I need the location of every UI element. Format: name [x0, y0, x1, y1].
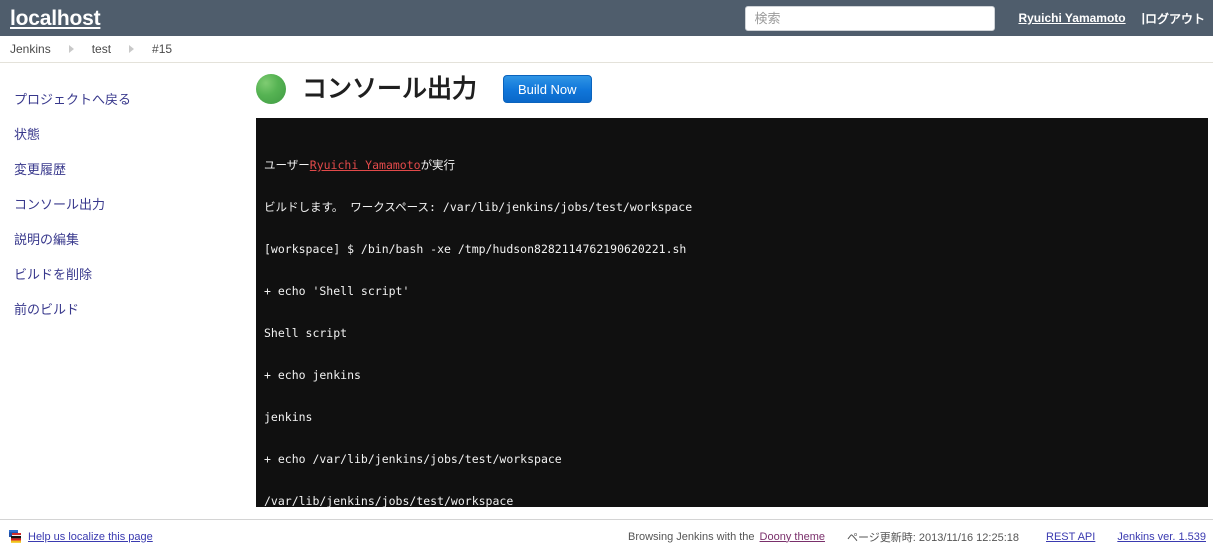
rest-api-link[interactable]: REST API [1046, 531, 1095, 543]
search-input[interactable] [745, 5, 996, 31]
console-line: Shell script [264, 326, 348, 340]
breadcrumb: Jenkins test #15 [0, 36, 1213, 63]
console-line-started: ユーザーRyuichi Yamamotoが実行 [264, 158, 1198, 172]
header-right-group: Ryuichi Yamamoto | ログアウト [745, 0, 1213, 36]
top-header-bar: localhost Ryuichi Yamamoto | ログアウト [0, 0, 1213, 36]
sidebar-item-status[interactable]: 状態 [0, 117, 245, 152]
browsing-theme-text: Browsing Jenkins with the [627, 530, 755, 543]
footer: Help us localize this page Browsing Jenk… [0, 520, 1213, 553]
page-updated-timestamp: ページ更新時: 2013/11/16 12:25:18 [846, 531, 1019, 544]
footer-right-group: Browsing Jenkins with the Doony theme ペー… [628, 529, 1206, 545]
footer-left-group: Help us localize this page [0, 530, 153, 543]
sidebar-item-edit-description[interactable]: 説明の編集 [0, 222, 245, 257]
breadcrumb-item-test[interactable]: test [92, 42, 111, 56]
console-line: ビルドします。 ワークスペース: /var/lib/jenkins/jobs/t… [264, 200, 693, 214]
chevron-right-icon [129, 45, 135, 53]
flags-icon [9, 530, 24, 543]
sidebar-item-console-output[interactable]: コンソール出力 [0, 187, 245, 222]
current-user-link[interactable]: Ryuichi Yamamoto [1018, 11, 1125, 25]
doony-theme-link[interactable]: Doony theme [760, 531, 825, 543]
brand-title[interactable]: localhost [10, 8, 101, 29]
logout-group: | ログアウト [1142, 10, 1205, 27]
main-content: コンソール出力 Build Now ユーザーRyuichi Yamamotoが実… [245, 64, 1213, 507]
console-line: jenkins [264, 410, 313, 424]
sidebar: プロジェクトへ戻る 状態 変更履歴 コンソール出力 説明の編集 ビルドを削除 前… [0, 64, 245, 327]
console-line: + echo 'Shell script' [264, 284, 410, 298]
localize-page-link[interactable]: Help us localize this page [28, 531, 153, 543]
console-started-suffix: が実行 [420, 158, 456, 172]
build-now-button[interactable]: Build Now [503, 75, 592, 103]
console-output-panel[interactable]: ユーザーRyuichi Yamamotoが実行 ビルドします。 ワークスペース:… [256, 118, 1208, 507]
page-header: コンソール出力 Build Now [245, 64, 1213, 104]
console-user-link[interactable]: Ryuichi Yamamoto [310, 158, 421, 172]
breadcrumb-item-jenkins[interactable]: Jenkins [10, 42, 51, 56]
console-line: /var/lib/jenkins/jobs/test/workspace [264, 494, 514, 507]
console-started-prefix: ユーザー [264, 158, 310, 172]
breadcrumb-item-build[interactable]: #15 [152, 42, 172, 56]
jenkins-version-link[interactable]: Jenkins ver. 1.539 [1117, 531, 1206, 543]
logout-link[interactable]: ログアウト [1145, 10, 1205, 27]
sidebar-item-delete-build[interactable]: ビルドを削除 [0, 257, 245, 292]
sidebar-item-previous-build[interactable]: 前のビルド [0, 292, 245, 327]
sidebar-item-changes[interactable]: 変更履歴 [0, 152, 245, 187]
console-line: [workspace] $ /bin/bash -xe /tmp/hudson8… [264, 242, 687, 256]
sidebar-item-back-to-project[interactable]: プロジェクトへ戻る [0, 82, 245, 117]
console-line: + echo /var/lib/jenkins/jobs/test/worksp… [264, 452, 562, 466]
page-title: コンソール出力 [302, 75, 478, 103]
green-ball-icon [256, 74, 286, 104]
console-line: + echo jenkins [264, 368, 361, 382]
chevron-right-icon [68, 45, 74, 53]
